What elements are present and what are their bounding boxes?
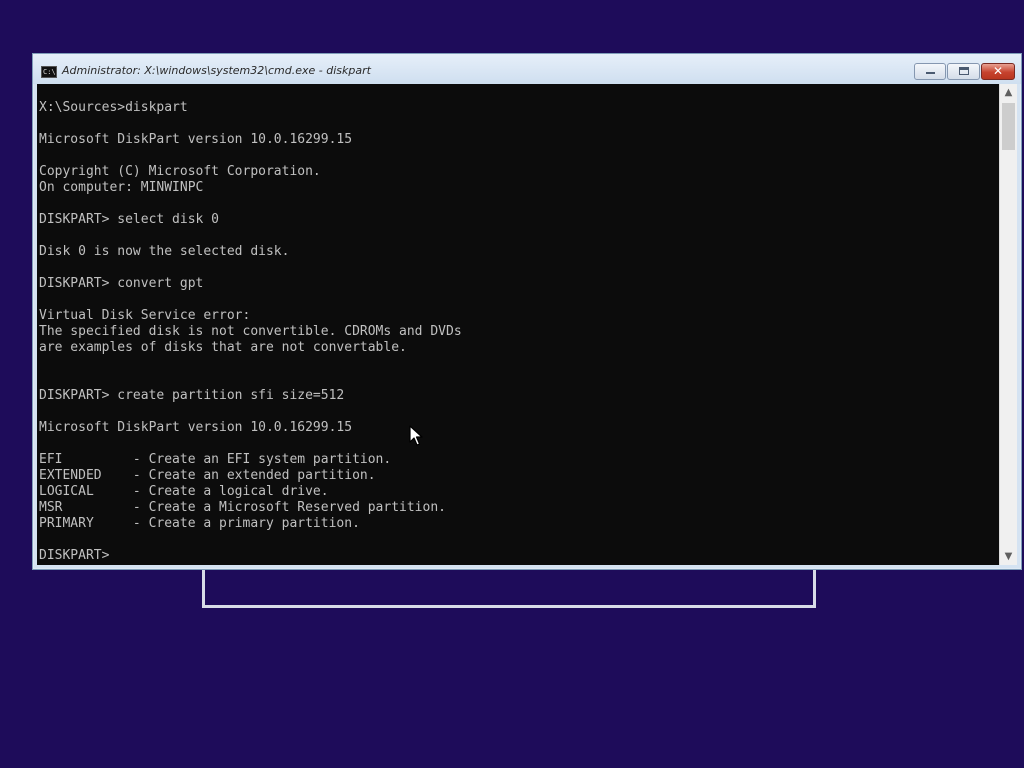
scroll-down-icon[interactable]: ▼	[1000, 548, 1017, 565]
console-prompt-line: DISKPART> select disk 0	[39, 212, 220, 227]
console-line: On computer: MINWINPC	[39, 180, 204, 195]
vertical-scrollbar[interactable]: ▲ ▼	[999, 84, 1017, 565]
minimize-icon	[926, 72, 935, 74]
desktop-background: C:\ Administrator: X:\windows\system32\c…	[0, 0, 1024, 768]
console-line: PRIMARY - Create a primary partition.	[39, 516, 360, 531]
console-prompt-line: DISKPART> create partition sfi size=512	[39, 388, 345, 403]
console-line: Virtual Disk Service error:	[39, 308, 251, 323]
maximize-button[interactable]	[947, 63, 980, 80]
console-line: Copyright (C) Microsoft Corporation.	[39, 164, 321, 179]
console-lines: X:\Sources>diskpart Microsoft DiskPart ve…	[39, 100, 462, 564]
minimize-button[interactable]	[914, 63, 946, 80]
console-line: EXTENDED - Create an extended partition.	[39, 468, 376, 483]
cmd-window: C:\ Administrator: X:\windows\system32\c…	[32, 53, 1022, 570]
console-line: are examples of disks that are not conve…	[39, 340, 407, 355]
console-line: Disk 0 is now the selected disk.	[39, 244, 290, 259]
console-prompt-line: DISKPART> convert gpt	[39, 276, 204, 291]
close-icon: ✕	[992, 64, 1004, 78]
console-line: EFI - Create an EFI system partition.	[39, 452, 392, 467]
console-prompt-line: DISKPART>	[39, 548, 118, 563]
maximize-icon	[959, 67, 969, 75]
title-bar[interactable]: C:\ Administrator: X:\windows\system32\c…	[33, 54, 1021, 84]
console-line: LOGICAL - Create a logical drive.	[39, 484, 329, 499]
console-line: The specified disk is not convertible. C…	[39, 324, 462, 339]
scroll-thumb[interactable]	[1002, 103, 1015, 150]
scroll-up-icon[interactable]: ▲	[1000, 84, 1017, 101]
console-output[interactable]: X:\Sources>diskpart Microsoft DiskPart ve…	[37, 84, 999, 565]
console-line: X:\Sources>diskpart	[39, 100, 188, 115]
mouse-pointer-icon	[409, 425, 423, 446]
console-line: MSR - Create a Microsoft Reserved partit…	[39, 500, 446, 515]
close-button[interactable]: ✕	[981, 63, 1015, 80]
window-title: Administrator: X:\windows\system32\cmd.e…	[62, 64, 371, 77]
console-line: Microsoft DiskPart version 10.0.16299.15	[39, 420, 353, 435]
console-icon[interactable]: C:\	[41, 66, 57, 78]
console-line: Microsoft DiskPart version 10.0.16299.15	[39, 132, 353, 147]
